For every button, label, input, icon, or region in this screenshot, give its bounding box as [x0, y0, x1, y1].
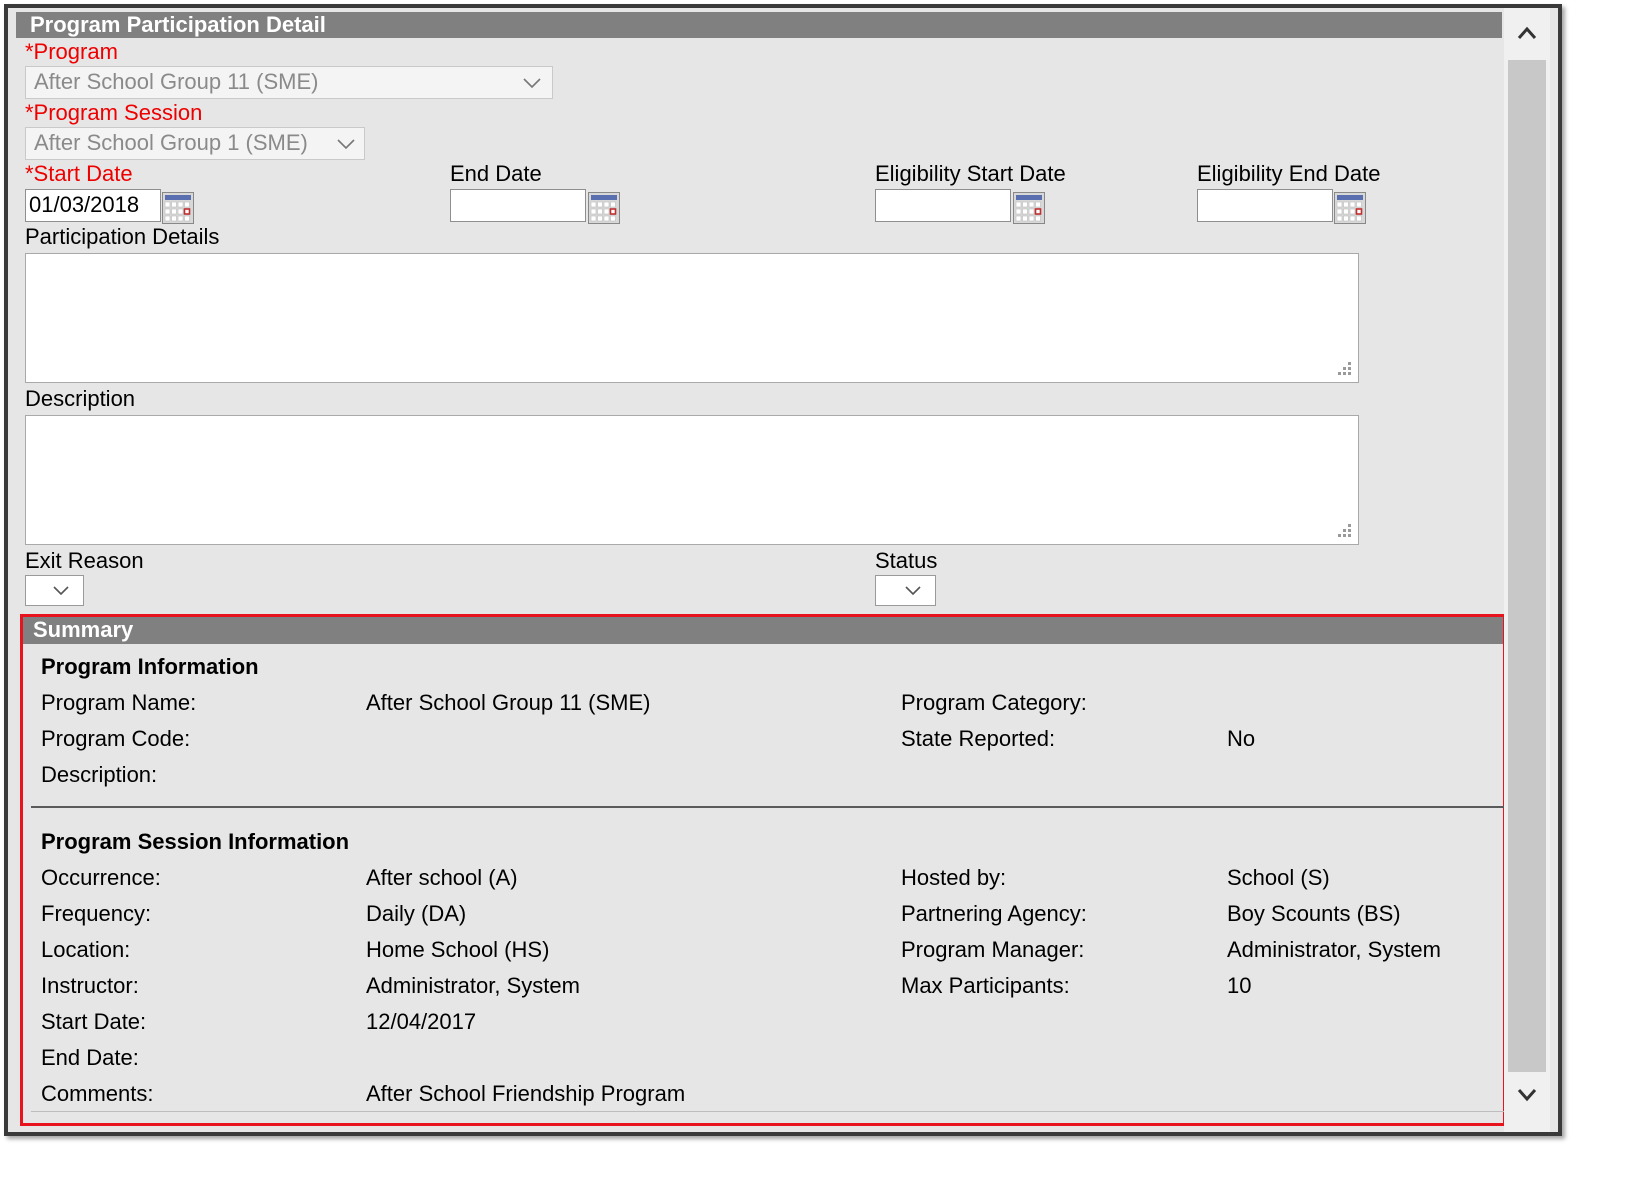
program-session-information-title: Program Session Information [41, 829, 350, 854]
chevron-down-icon [522, 67, 542, 98]
program-session-select-value: After School Group 1 (SME) [34, 130, 308, 155]
detail-header: Program Participation Detail [16, 12, 1502, 38]
chevron-down-icon [336, 128, 356, 159]
session-end-date-label: End Date: [41, 1045, 139, 1070]
calendar-icon[interactable] [162, 192, 194, 224]
calendar-icon[interactable] [588, 192, 620, 224]
start-date-label: *Start Date [25, 161, 133, 186]
content-panel: Program Participation Detail *Program Af… [8, 8, 1506, 1132]
frequency-value: Daily (DA) [366, 901, 467, 926]
calendar-icon[interactable] [1334, 192, 1366, 224]
calendar-icon[interactable] [1013, 192, 1045, 224]
status-select[interactable] [875, 575, 936, 606]
summary-panel: Summary Program Information Program Name… [20, 614, 1506, 1126]
session-start-date-value: 12/04/2017 [366, 1009, 477, 1034]
chevron-up-icon[interactable] [1512, 18, 1542, 48]
resize-grip-icon[interactable] [1334, 360, 1352, 378]
start-date-input[interactable]: 01/03/2018 [25, 189, 161, 222]
participation-details-textarea[interactable] [25, 253, 1359, 383]
status-label: Status [875, 548, 938, 573]
occurrence-label: Occurrence: [41, 865, 161, 890]
program-category-label: Program Category: [901, 690, 1087, 715]
location-label: Location: [41, 937, 131, 962]
state-reported-value: No [1227, 726, 1256, 751]
participation-details-label: Participation Details [25, 224, 220, 249]
occurrence-value: After school (A) [366, 865, 518, 890]
eligibility-end-date-label: Eligibility End Date [1197, 161, 1381, 186]
end-date-input[interactable] [450, 189, 586, 222]
comments-label: Comments: [41, 1081, 154, 1106]
comments-value: After School Friendship Program [366, 1081, 686, 1106]
program-name-value: After School Group 11 (SME) [366, 690, 651, 715]
exit-reason-label: Exit Reason [25, 548, 144, 573]
description-textarea[interactable] [25, 415, 1359, 545]
program-manager-label: Program Manager: [901, 937, 1085, 962]
program-name-label: Program Name: [41, 690, 197, 715]
chevron-down-icon [51, 576, 71, 605]
eligibility-start-date-label: Eligibility Start Date [875, 161, 1066, 186]
program-code-label: Program Code: [41, 726, 191, 751]
hosted-by-label: Hosted by: [901, 865, 1007, 890]
partnering-agency-value: Boy Scounts (BS) [1227, 901, 1401, 926]
chevron-down-icon[interactable] [1512, 1080, 1542, 1110]
eligibility-start-date-input[interactable] [875, 189, 1011, 222]
program-session-select[interactable]: After School Group 1 (SME) [25, 127, 365, 160]
max-participants-value: 10 [1227, 973, 1252, 998]
end-date-label: End Date [450, 161, 542, 186]
frequency-label: Frequency: [41, 901, 152, 926]
max-participants-label: Max Participants: [901, 973, 1070, 998]
instructor-label: Instructor: [41, 973, 139, 998]
instructor-value: Administrator, System [366, 973, 580, 998]
program-session-label: *Program Session [25, 100, 203, 125]
program-participation-window: Program Participation Detail *Program Af… [4, 4, 1562, 1136]
partnering-agency-label: Partnering Agency: [901, 901, 1087, 926]
summary-header: Summary [23, 617, 1503, 644]
exit-reason-select[interactable] [25, 575, 84, 606]
resize-grip-icon[interactable] [1334, 522, 1352, 540]
vertical-scrollbar[interactable] [1504, 8, 1550, 1132]
program-label: *Program [25, 39, 118, 64]
program-select[interactable]: After School Group 11 (SME) [25, 66, 553, 99]
program-manager-value: Administrator, System [1227, 937, 1441, 962]
program-select-value: After School Group 11 (SME) [34, 69, 319, 94]
description-label: Description [25, 386, 136, 411]
hosted-by-value: School (S) [1227, 865, 1330, 890]
program-description-label: Description: [41, 762, 158, 787]
location-value: Home School (HS) [366, 937, 550, 962]
section-divider [31, 806, 1505, 808]
session-start-date-label: Start Date: [41, 1009, 147, 1034]
state-reported-label: State Reported: [901, 726, 1056, 751]
chevron-down-icon [903, 576, 923, 605]
bottom-divider [31, 1111, 1505, 1112]
program-information-title: Program Information [41, 654, 259, 679]
scrollbar-thumb[interactable] [1508, 60, 1546, 1072]
eligibility-end-date-input[interactable] [1197, 189, 1333, 222]
